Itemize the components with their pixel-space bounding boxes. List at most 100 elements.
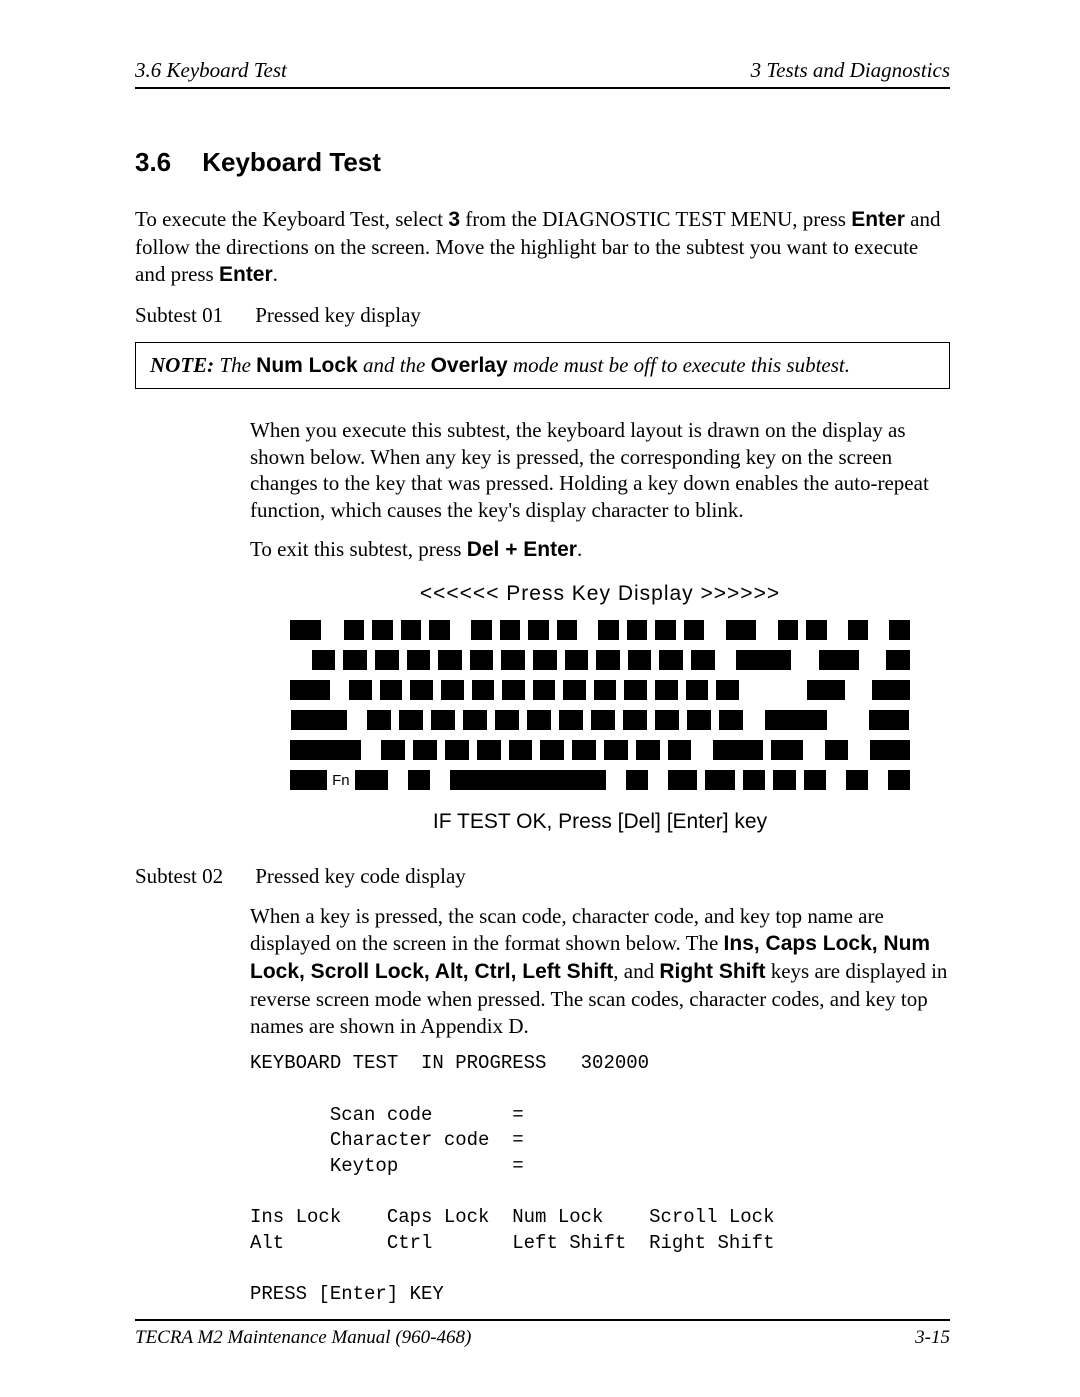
key-icon [623, 710, 647, 730]
key-icon [291, 710, 347, 730]
key-icon [668, 770, 698, 790]
key-icon [846, 770, 868, 790]
key-icon [804, 770, 826, 790]
s02-paragraph: When a key is pressed, the scan code, ch… [250, 903, 950, 1039]
key-icon [290, 740, 361, 760]
screen-output: KEYBOARD TEST IN PROGRESS 302000 Scan co… [250, 1051, 950, 1307]
key-icon [886, 650, 910, 670]
subtest-01-title: Pressed key display [255, 303, 421, 327]
key-icon [413, 740, 437, 760]
key-icon [559, 710, 583, 730]
fn-key-label: Fn [332, 772, 350, 789]
key-icon [502, 680, 525, 700]
key-icon [290, 770, 327, 790]
key-icon [668, 740, 692, 760]
key-icon [870, 740, 910, 760]
key-icon [736, 650, 791, 670]
key-icon [557, 620, 578, 640]
key-icon [501, 650, 525, 670]
header-left: 3.6 Keyboard Test [135, 58, 287, 83]
key-icon [380, 680, 403, 700]
key-icon [719, 710, 743, 730]
key-icon [773, 770, 795, 790]
key-icon [438, 650, 462, 670]
key-icon [872, 680, 910, 700]
key-icon [655, 710, 679, 730]
key-icon [441, 680, 464, 700]
key-icon [477, 740, 501, 760]
key-icon [463, 710, 487, 730]
key-icon [687, 710, 711, 730]
key-icon [869, 710, 909, 730]
footer-left: TECRA M2 Maintenance Manual (960-468) [135, 1327, 471, 1349]
subtest-02-title: Pressed key code display [255, 864, 466, 888]
key-icon [344, 620, 365, 640]
diagram-footer: IF TEST OK, Press [Del] [Enter] key [250, 810, 950, 834]
running-header: 3.6 Keyboard Test 3 Tests and Diagnostic… [135, 58, 950, 89]
key-icon [500, 620, 521, 640]
diagram-title: <<<<<< Press Key Display >>>>>> [250, 582, 950, 606]
s01-paragraph-2: To exit this subtest, press Del + Enter. [250, 536, 950, 564]
subtest-01-label: Subtest 01 [135, 303, 250, 328]
keyboard-rows: Fn [290, 620, 910, 790]
key-icon [540, 740, 564, 760]
key-icon [765, 710, 827, 730]
footer-right: 3-15 [915, 1327, 950, 1349]
key-icon [624, 680, 647, 700]
key-icon [598, 620, 619, 640]
key-icon [470, 650, 494, 670]
key-icon [527, 710, 551, 730]
note-label: NOTE: [150, 353, 214, 377]
key-icon [375, 650, 399, 670]
keyboard-diagram: <<<<<< Press Key Display >>>>>> [250, 582, 950, 834]
key-icon [367, 710, 391, 730]
running-footer: TECRA M2 Maintenance Manual (960-468) 3-… [135, 1319, 950, 1349]
key-icon [819, 650, 858, 670]
section-title: Keyboard Test [202, 147, 381, 177]
kbd-row [290, 710, 910, 730]
key-icon [407, 650, 431, 670]
key-icon [888, 770, 910, 790]
key-icon [372, 620, 393, 640]
key-icon [495, 710, 519, 730]
key-icon [806, 620, 827, 640]
key-icon [659, 650, 683, 670]
key-icon [594, 680, 617, 700]
key-icon [825, 740, 849, 760]
key-icon [596, 650, 620, 670]
key-icon [684, 620, 705, 640]
key-icon [627, 620, 648, 640]
key-icon [686, 680, 709, 700]
key-icon [355, 770, 388, 790]
key-icon [343, 650, 367, 670]
section-number: 3.6 [135, 147, 195, 178]
s01-paragraph-1: When you execute this subtest, the keybo… [250, 417, 950, 525]
key-icon [705, 770, 735, 790]
key-icon [604, 740, 628, 760]
key-icon [889, 620, 910, 640]
key-icon [716, 680, 739, 700]
key-icon [591, 710, 615, 730]
key-icon [533, 650, 557, 670]
key-icon [848, 620, 869, 640]
key-icon [401, 620, 422, 640]
kbd-row [290, 680, 910, 700]
key-icon [626, 770, 648, 790]
key-icon [771, 740, 803, 760]
key-icon [807, 680, 845, 700]
subtest-02-label: Subtest 02 [135, 864, 250, 889]
kbd-row [290, 740, 910, 760]
key-icon [429, 620, 450, 640]
key-icon [290, 620, 321, 640]
key-icon [691, 650, 715, 670]
key-icon [450, 770, 606, 790]
kbd-row [290, 650, 910, 670]
key-icon [399, 710, 423, 730]
key-icon [431, 710, 455, 730]
key-icon [533, 680, 556, 700]
key-icon [471, 620, 492, 640]
kbd-row [290, 620, 910, 640]
key-icon [563, 680, 586, 700]
key-icon [509, 740, 533, 760]
key-icon [778, 620, 799, 640]
